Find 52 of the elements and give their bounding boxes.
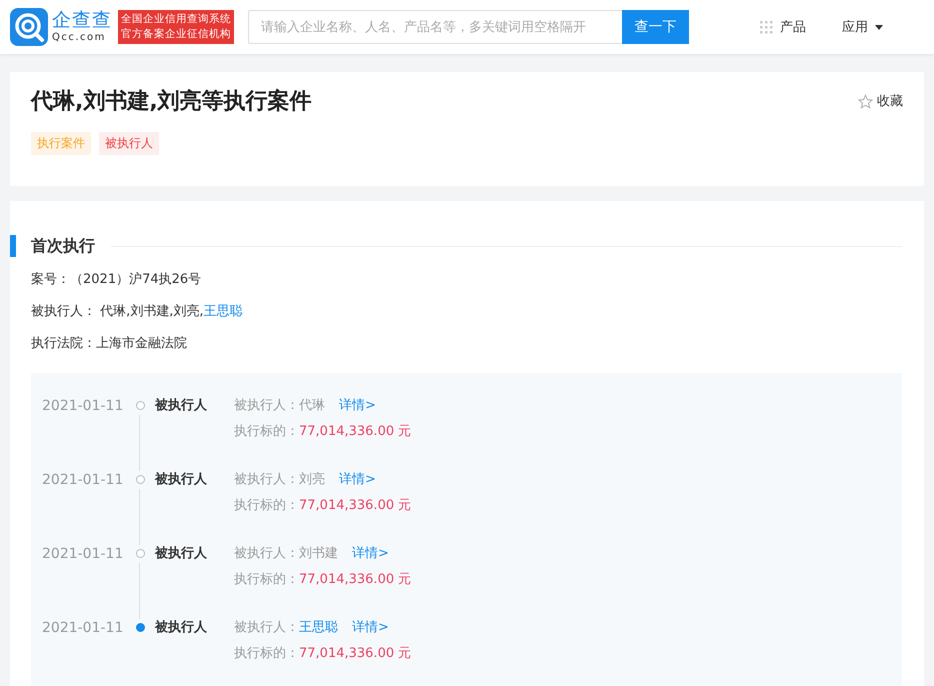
logo-name: 企查查 [52,11,112,30]
amount-value: 77,014,336.00 元 [299,423,412,441]
case-tag: 被执行人 [99,132,159,155]
respondent-link[interactable]: 王思聪 [299,619,338,637]
respondent-name: 刘亮 [299,471,325,489]
amount-label: 执行标的： [234,497,299,515]
entry-date: 2021-01-11 [42,397,124,416]
amount-value: 77,014,336.00 元 [299,645,412,663]
detail-link[interactable]: 详情> [339,397,376,415]
favorite-button[interactable]: 收藏 [858,92,903,110]
section-title: 首次执行 [31,236,95,256]
entry-role: 被执行人 [154,471,208,489]
entry-role: 被执行人 [154,619,208,637]
star-icon [858,94,873,108]
respondent-name: 刘书建 [299,545,338,563]
certification-badge: 全国企业信用查询系统 官方备案企业征信机构 [118,10,234,44]
detail-link[interactable]: 详情> [339,471,376,489]
nav-item[interactable]: 应用 [836,18,889,36]
entry-role: 被执行人 [154,545,208,563]
search-field[interactable]: 请输入企业名称、人名、产品名等，多关键词用空格隔开 [248,10,622,44]
respondent-label: 被执行人： [234,619,299,637]
field-label: 执行法院： [31,336,96,351]
entry-role: 被执行人 [154,397,208,415]
nav-item[interactable]: 产品 [753,18,812,36]
amount-label: 执行标的： [234,645,299,663]
caret-icon [875,24,883,30]
amount-label: 执行标的： [234,571,299,589]
field-label: 案号： [31,272,70,287]
logo-icon [10,8,48,46]
field-value: 上海市金融法院 [96,336,187,351]
amount-value: 77,014,336.00 元 [299,497,412,515]
field-label: 被执行人： [31,304,97,319]
entry-date: 2021-01-11 [42,471,124,490]
entry-date: 2021-01-11 [42,619,124,638]
respondent-name: 代琳 [299,397,325,415]
respondent-label: 被执行人： [234,397,299,415]
amount-label: 执行标的： [234,423,299,441]
section-marker [10,235,16,257]
amount-value: 77,014,336.00 元 [299,571,412,589]
person-link[interactable]: 王思聪 [204,304,243,319]
case-tag: 执行案件 [31,132,91,155]
grid-icon [759,20,773,34]
field-value: （2021）沪74执26号 [70,272,202,287]
respondent-label: 被执行人： [234,545,299,563]
case-title: 代琳,刘书建,刘亮等执行案件 [31,88,312,116]
entry-date: 2021-01-11 [42,545,124,564]
respondent-label: 被执行人： [234,471,299,489]
detail-link[interactable]: 详情> [352,545,389,563]
field-value: 代琳,刘书建,刘亮, [100,304,204,319]
detail-link[interactable]: 详情> [352,619,389,637]
logo-domain: Qcc.com [52,33,107,43]
search-button[interactable]: 查一下 [622,10,689,44]
